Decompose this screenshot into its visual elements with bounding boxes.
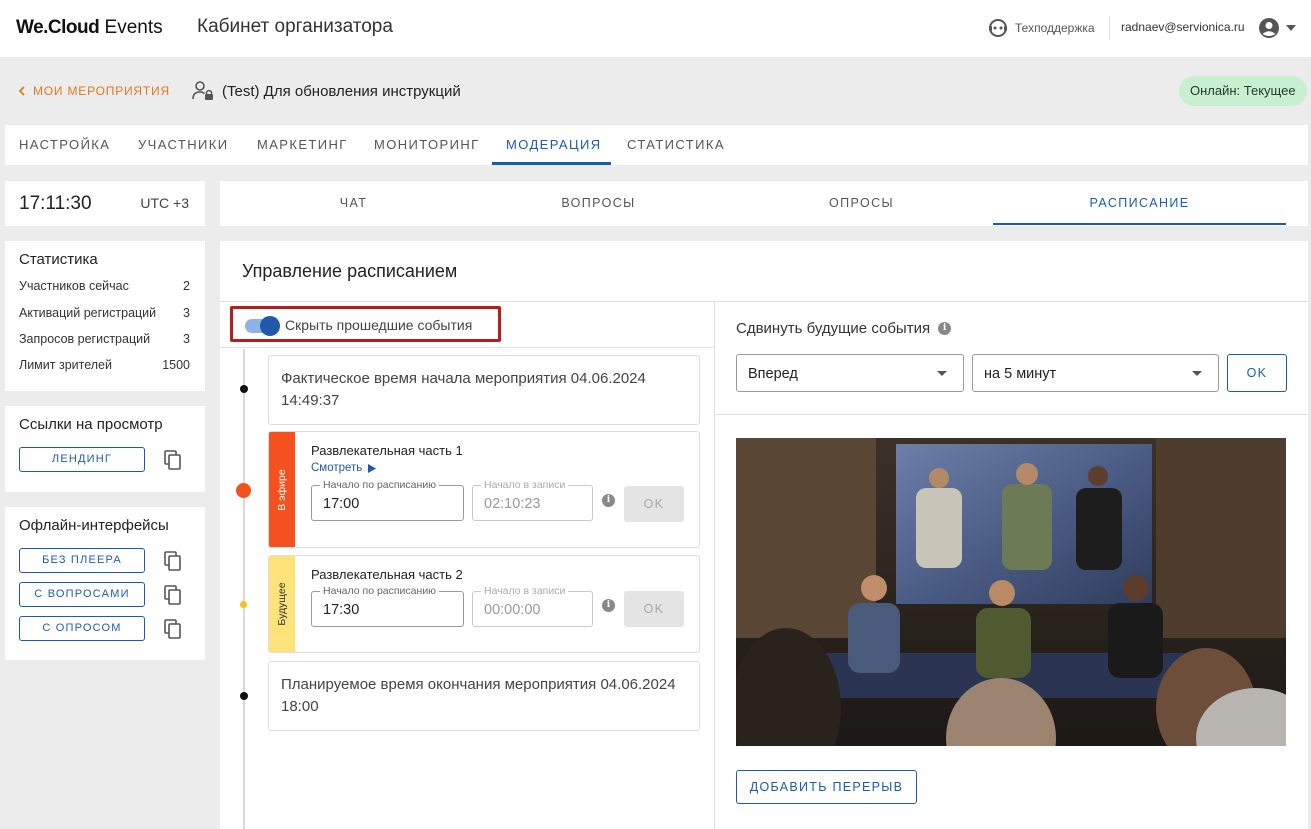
- info-icon[interactable]: i: [602, 494, 615, 507]
- user-email: radnaev@servionica.ru: [1121, 20, 1245, 34]
- tab-questions[interactable]: Вопросы: [467, 181, 730, 226]
- support-icon: [989, 19, 1007, 37]
- active-subtab-indicator: [993, 223, 1286, 225]
- stat-row: Участников сейчас 2: [19, 279, 190, 293]
- video-preview[interactable]: [736, 438, 1286, 746]
- chevron-down-icon: [937, 371, 947, 376]
- scheduled-start-field[interactable]: Начало по расписанию 17:30: [311, 585, 464, 627]
- actual-start-text: Фактическое время начала мероприятия 04.…: [281, 370, 646, 409]
- copy-icon[interactable]: [164, 551, 182, 571]
- tab-monitoring[interactable]: Мониторинг: [374, 125, 480, 165]
- active-tab-indicator: [492, 162, 611, 165]
- tab-chat[interactable]: Чат: [220, 181, 487, 226]
- copy-icon[interactable]: [164, 450, 182, 470]
- scheduled-start-field[interactable]: Начало по расписанию 17:00: [311, 479, 464, 521]
- add-break-button[interactable]: Добавить перерыв: [736, 770, 917, 804]
- top-header: We.Cloud Events Кабинет организатора Тех…: [0, 0, 1311, 57]
- user-lock-icon: [192, 81, 213, 100]
- planned-end-box: Планируемое время окончания мероприятия …: [268, 661, 700, 731]
- stat-row: Лимит зрителей 1500: [19, 358, 190, 372]
- tab-schedule[interactable]: Расписание: [993, 181, 1286, 226]
- tab-statistics[interactable]: Статистика: [627, 125, 725, 165]
- header-divider: [1109, 16, 1110, 40]
- back-to-events-link[interactable]: МОИ МЕРОПРИЯТИЯ: [18, 84, 170, 98]
- schedule-panel: Управление расписанием Скрыть прошедшие …: [220, 241, 1308, 829]
- timeline-dot: [240, 692, 248, 700]
- tab-marketing[interactable]: Маркетинг: [257, 125, 348, 165]
- offline-title: Офлайн-интерфейсы: [19, 517, 169, 534]
- shift-amount-select[interactable]: на 5 минут: [972, 354, 1219, 392]
- segment-status-label: Будущее: [269, 556, 295, 652]
- no-player-button[interactable]: Без плеера: [19, 548, 145, 573]
- tab-participants[interactable]: Участники: [138, 125, 228, 165]
- record-start-field: Начало в записи 02:10:23: [472, 479, 593, 521]
- support-link[interactable]: Техподдержка: [988, 18, 1095, 38]
- divider: [714, 302, 715, 829]
- segment-title: Развлекательная часть 2: [311, 567, 463, 582]
- support-label: Техподдержка: [1015, 21, 1095, 35]
- actual-start-box: Фактическое время начала мероприятия 04.…: [268, 355, 700, 425]
- segment-ok-button[interactable]: OK: [624, 486, 684, 522]
- divider: [715, 414, 1308, 415]
- offline-interfaces-card: Офлайн-интерфейсы Без плеера С вопросами…: [5, 507, 205, 660]
- moderation-subtabs: Чат Вопросы Опросы Расписание: [220, 181, 1308, 226]
- stats-card: Статистика Участников сейчас 2 Активаций …: [5, 241, 205, 391]
- shift-ok-button[interactable]: OK: [1227, 354, 1287, 392]
- tab-polls[interactable]: Опросы: [730, 181, 993, 226]
- event-title: (Test) Для обновления инструкций: [192, 80, 461, 102]
- play-icon: [368, 463, 377, 473]
- chevron-down-icon: [1286, 25, 1296, 31]
- info-icon[interactable]: i: [938, 322, 952, 335]
- tab-moderation[interactable]: Модерация: [506, 125, 602, 165]
- schedule-segment: В эфире Развлекательная часть 1 Смотреть…: [268, 431, 700, 548]
- timeline-dot-future: [240, 601, 247, 608]
- stats-title: Статистика: [19, 251, 98, 268]
- planned-end-text: Планируемое время окончания мероприятия …: [281, 676, 676, 715]
- main-tabs: Настройка Участники Маркетинг Мониторинг…: [5, 125, 1308, 165]
- user-menu[interactable]: [1258, 17, 1296, 39]
- segment-ok-button[interactable]: OK: [624, 591, 684, 627]
- clock-card: 17:11:30 UTC +3: [5, 181, 205, 226]
- tab-settings[interactable]: Настройка: [19, 125, 110, 165]
- chevron-left-icon: [18, 86, 25, 96]
- hide-past-toggle[interactable]: [245, 316, 280, 336]
- timeline-line: [243, 349, 245, 829]
- account-icon: [1259, 18, 1279, 38]
- landing-button[interactable]: Лендинг: [19, 447, 145, 472]
- divider: [220, 347, 714, 348]
- stat-row: Активаций регистраций 3: [19, 306, 190, 320]
- segment-status-label: В эфире: [269, 432, 295, 547]
- shift-label: Сдвинуть будущие события i: [736, 320, 952, 337]
- with-questions-button[interactable]: С вопросами: [19, 582, 145, 607]
- status-badge: Онлайн: Текущее: [1179, 76, 1307, 106]
- hide-past-highlight: Скрыть прошедшие события: [230, 306, 501, 342]
- logo[interactable]: We.Cloud Events: [16, 17, 163, 39]
- stage-photo: [736, 438, 1286, 746]
- timeline-dot-live: [236, 483, 251, 498]
- timeline-dot: [240, 385, 248, 393]
- schedule-segment: Будущее Развлекательная часть 2 Начало п…: [268, 555, 700, 653]
- timezone: UTC +3: [140, 195, 189, 211]
- view-links-card: Ссылки на просмотр Лендинг: [5, 406, 205, 492]
- current-time: 17:11:30: [19, 193, 92, 214]
- record-start-field: Начало в записи 00:00:00: [472, 585, 593, 627]
- schedule-heading: Управление расписанием: [242, 261, 458, 281]
- toggle-knob: [260, 316, 280, 336]
- watch-link[interactable]: Смотреть: [311, 462, 377, 474]
- with-poll-button[interactable]: С опросом: [19, 616, 145, 641]
- copy-icon[interactable]: [164, 619, 182, 639]
- divider: [220, 301, 1308, 302]
- hide-past-label[interactable]: Скрыть прошедшие события: [285, 317, 472, 333]
- cabinet-title: Кабинет организатора: [197, 16, 393, 37]
- info-icon[interactable]: i: [602, 599, 615, 612]
- shift-direction-select[interactable]: Вперед: [736, 354, 964, 392]
- copy-icon[interactable]: [164, 585, 182, 605]
- view-links-title: Ссылки на просмотр: [19, 416, 163, 433]
- chevron-down-icon: [1192, 371, 1202, 376]
- stat-row: Запросов регистраций 3: [19, 332, 190, 346]
- segment-title: Развлекательная часть 1: [311, 443, 463, 458]
